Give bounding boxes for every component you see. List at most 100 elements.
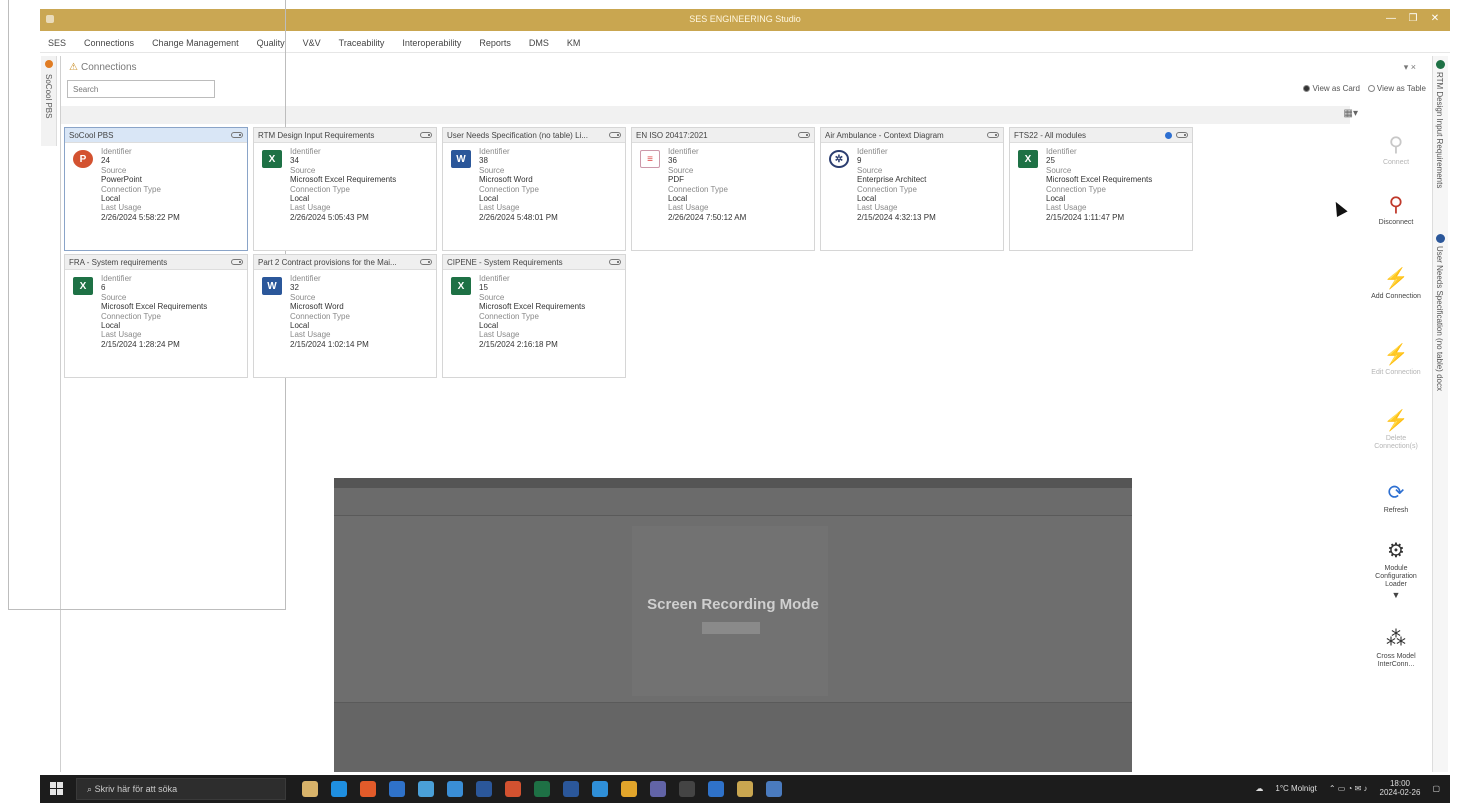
word-icon: W (262, 277, 282, 295)
add-connection-button[interactable]: ⚡ Add Connection (1365, 268, 1427, 301)
menu-quality[interactable]: Quality (257, 38, 285, 48)
menu-change-management[interactable]: Change Management (152, 38, 239, 48)
menu-vv[interactable]: V&V (303, 38, 321, 48)
windows-start-icon[interactable] (50, 782, 64, 796)
panel-title-text: Connections (80, 62, 137, 73)
source-value: PDF (668, 175, 684, 185)
close-button[interactable]: ✕ (1426, 12, 1444, 26)
menu-ses[interactable]: SES (48, 38, 66, 48)
edge-icon[interactable] (331, 781, 347, 797)
last-usage-value: 2/15/2024 1:02:14 PM (290, 339, 369, 349)
word-icon (1436, 234, 1445, 243)
firefox-icon[interactable] (360, 781, 376, 797)
connection-toggle-icon[interactable] (231, 259, 243, 265)
gear-icon: ⚙ (1387, 540, 1405, 562)
excel-taskbar-icon[interactable] (534, 781, 550, 797)
view-as-table-radio[interactable]: View as Table (1367, 84, 1426, 93)
connection-type-label: Connection Type (101, 311, 161, 321)
notification-icon[interactable]: ▢ (1432, 784, 1440, 793)
source-label: Source (857, 165, 883, 175)
menu-km[interactable]: KM (567, 38, 581, 48)
connection-type-label: Connection Type (857, 184, 917, 194)
outlook-taskbar-icon[interactable] (563, 781, 579, 797)
search-input[interactable] (67, 80, 215, 98)
connection-card[interactable]: Part 2 Contract provisions for the Mai..… (253, 254, 437, 378)
taskbar-search-input[interactable]: ⌕ Skriv här för att söka (76, 778, 286, 800)
connection-card[interactable]: CIPENE - System Requirements X Identifie… (442, 254, 626, 378)
connection-toggle-icon[interactable] (231, 132, 243, 138)
delete-connection-button[interactable]: ⚡ Delete Connection(s) (1365, 410, 1427, 451)
menu-reports[interactable]: Reports (479, 38, 511, 48)
chevron-down-icon[interactable]: ▼ (1365, 591, 1427, 600)
store-icon[interactable] (389, 781, 405, 797)
app-icon-6[interactable] (447, 781, 463, 797)
menu-connections[interactable]: Connections (84, 38, 134, 48)
connection-toggle-icon[interactable] (1176, 132, 1188, 138)
menu-dms[interactable]: DMS (529, 38, 549, 48)
last-usage-label: Last Usage (101, 203, 142, 213)
connection-toggle-icon[interactable] (420, 259, 432, 265)
source-value: Microsoft Excel Requirements (290, 175, 397, 185)
source-value: Microsoft Excel Requirements (1046, 175, 1153, 185)
file-explorer-icon[interactable] (302, 781, 318, 797)
connection-toggle-icon[interactable] (420, 132, 432, 138)
recording-control[interactable] (702, 622, 760, 634)
status-dot-icon (45, 60, 53, 68)
window-title: SES ENGINEERING Studio (689, 14, 801, 24)
panel-pin-close[interactable]: ▾ × (1404, 62, 1416, 73)
right-tab-rtm[interactable]: RTM Design Input Requirements (1435, 72, 1444, 188)
connection-card[interactable]: FTS22 - All modules X Identifier 25 Sour… (1009, 127, 1193, 251)
cross-model-interconnect-button[interactable]: ⁂ Cross Model InterConn... (1365, 628, 1427, 669)
edit-connection-button[interactable]: ⚡ Edit Connection (1365, 344, 1427, 377)
excel-icon: X (451, 277, 471, 295)
chrome-icon[interactable] (621, 781, 637, 797)
connect-button[interactable]: ⚲ Connect (1365, 134, 1427, 167)
connection-card[interactable]: RTM Design Input Requirements X Identifi… (253, 127, 437, 251)
identifier-label: Identifier (479, 274, 510, 283)
last-usage-value: 2/15/2024 4:32:13 PM (857, 212, 936, 222)
app-icon-17[interactable] (766, 781, 782, 797)
layout-toggle-icon[interactable]: ▦▾ (1344, 108, 1358, 119)
teams-icon[interactable] (650, 781, 666, 797)
view-as-card-radio[interactable]: View as Card (1303, 84, 1360, 93)
connection-toggle-icon[interactable] (609, 132, 621, 138)
right-tab-user-needs[interactable]: User Needs Specification (no table) docx (1435, 246, 1444, 391)
connection-card[interactable]: SoCool PBS P Identifier 24 Source PowerP… (64, 127, 248, 251)
clock[interactable]: 18:00 2024-02-26 (1380, 779, 1421, 797)
connection-toggle-icon[interactable] (609, 259, 621, 265)
tray-icons[interactable]: ⌃ ▭ ◔ ✉ ♪ (1329, 784, 1368, 793)
connection-card[interactable]: Air Ambulance - Context Diagram ✲ Identi… (820, 127, 1004, 251)
connection-card[interactable]: User Needs Specification (no table) Li..… (442, 127, 626, 251)
connection-toggle-icon[interactable] (987, 132, 999, 138)
module-configuration-loader-button[interactable]: ⚙ Module Configuration Loader ▼ (1365, 540, 1427, 600)
maximize-button[interactable]: ❐ (1404, 12, 1422, 26)
connection-toggle-icon[interactable] (798, 132, 810, 138)
disconnect-button[interactable]: ⚲ Disconnect (1365, 194, 1427, 227)
system-tray: ☁ 1°C Molnigt ⌃ ▭ ◔ ✉ ♪ 18:00 2024-02-26… (1255, 779, 1440, 797)
ses-studio-taskbar-icon[interactable] (737, 781, 753, 797)
connection-type-value: Local (668, 194, 688, 204)
app-icon-15[interactable] (708, 781, 724, 797)
identifier-value: 36 (668, 156, 677, 166)
app-icon-5[interactable] (418, 781, 434, 797)
app-icon-14[interactable] (679, 781, 695, 797)
weather-text[interactable]: 1°C Molnigt (1275, 784, 1316, 793)
identifier-label: Identifier (479, 147, 510, 156)
connection-type-value: Local (479, 321, 499, 331)
refresh-button[interactable]: ⟳ Refresh (1365, 482, 1427, 515)
minimize-button[interactable]: — (1382, 12, 1400, 26)
mail-icon[interactable] (592, 781, 608, 797)
menu-traceability[interactable]: Traceability (339, 38, 385, 48)
powerpoint-taskbar-icon[interactable] (505, 781, 521, 797)
menu-interoperability[interactable]: Interoperability (402, 38, 461, 48)
clock-time: 18:00 (1389, 779, 1410, 788)
card-title: EN ISO 20417:2021 (636, 130, 708, 140)
connection-card[interactable]: FRA - System requirements X Identifier 6… (64, 254, 248, 378)
connection-card[interactable]: EN ISO 20417:2021 ≡ Identifier 36 Source… (631, 127, 815, 251)
add-connection-icon: ⚡ (1383, 268, 1409, 290)
left-side-tab[interactable]: SoCool PBS (41, 56, 57, 146)
card-title: Air Ambulance - Context Diagram (825, 130, 944, 140)
card-title: RTM Design Input Requirements (258, 130, 375, 140)
word-taskbar-icon[interactable] (476, 781, 492, 797)
identifier-value: 9 (857, 156, 862, 166)
